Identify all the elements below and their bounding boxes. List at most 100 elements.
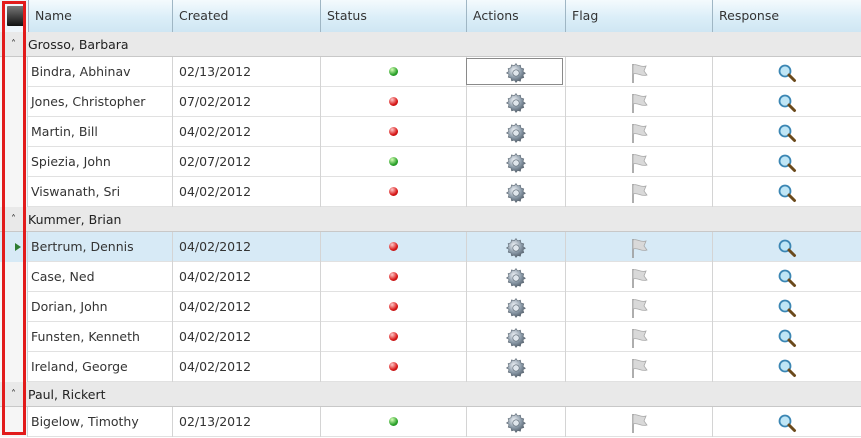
cell-actions [466, 352, 565, 382]
cell-flag [565, 292, 712, 322]
magnifier-icon[interactable] [777, 359, 797, 377]
flag-icon[interactable] [628, 63, 650, 83]
cell-name: Bigelow, Timothy [31, 414, 139, 429]
flag-icon[interactable] [628, 93, 650, 113]
gear-icon[interactable] [505, 237, 527, 258]
row-indicator[interactable] [0, 232, 28, 262]
cell-flag [565, 232, 712, 262]
gear-icon[interactable] [505, 412, 527, 433]
magnifier-icon[interactable] [777, 184, 797, 202]
magnifier-icon[interactable] [777, 124, 797, 142]
column-header-flag[interactable]: Flag [565, 0, 712, 32]
chevron-up-icon[interactable]: ˄ [11, 32, 16, 57]
chevron-up-icon[interactable]: ˄ [11, 207, 16, 232]
table-row[interactable]: Dorian, John 04/02/2012 [0, 292, 861, 322]
cell-flag [565, 407, 712, 437]
table-row[interactable]: Jones, Christopher 07/02/2012 [0, 87, 861, 117]
cell-response [712, 407, 861, 437]
table-row[interactable]: Ireland, George 04/02/2012 [0, 352, 861, 382]
status-red-dot-icon [389, 242, 398, 251]
row-indicator[interactable] [0, 407, 28, 437]
flag-icon[interactable] [628, 238, 650, 258]
group-row[interactable]: ˄ Paul, Rickert [0, 382, 861, 407]
gear-icon[interactable] [505, 182, 527, 203]
column-header-actions[interactable]: Actions [466, 0, 565, 32]
table-row[interactable]: Bertrum, Dennis 04/02/2012 [0, 232, 861, 262]
cell-name: Dorian, John [31, 299, 108, 314]
flag-icon[interactable] [628, 183, 650, 203]
cell-status [320, 147, 466, 177]
table-row[interactable]: Martin, Bill 04/02/2012 [0, 117, 861, 147]
column-header-created[interactable]: Created [172, 0, 320, 32]
cell-flag [565, 177, 712, 207]
table-row[interactable]: Viswanath, Sri 04/02/2012 [0, 177, 861, 207]
row-indicator[interactable] [0, 292, 28, 322]
magnifier-icon[interactable] [777, 269, 797, 287]
group-row[interactable]: ˄ Kummer, Brian [0, 207, 861, 232]
table-row[interactable]: Bindra, Abhinav 02/13/2012 [0, 57, 861, 87]
status-red-dot-icon [389, 302, 398, 311]
status-red-dot-icon [389, 127, 398, 136]
group-row[interactable]: ˄ Grosso, Barbara [0, 32, 861, 57]
flag-icon[interactable] [628, 123, 650, 143]
chevron-up-icon[interactable]: ˄ [11, 382, 16, 407]
cell-flag [565, 322, 712, 352]
cell-response [712, 117, 861, 147]
magnifier-icon[interactable] [777, 94, 797, 112]
grid-header: Name Created Status Actions Flag Respons… [0, 0, 861, 33]
status-red-dot-icon [389, 187, 398, 196]
cell-name: Ireland, George [31, 359, 128, 374]
gear-icon[interactable] [505, 122, 527, 143]
flag-icon[interactable] [628, 328, 650, 348]
status-red-dot-icon [389, 332, 398, 341]
row-indicator[interactable] [0, 177, 28, 207]
row-indicator[interactable] [0, 57, 28, 87]
table-row[interactable]: Case, Ned 04/02/2012 [0, 262, 861, 292]
cell-response [712, 352, 861, 382]
row-indicator[interactable] [0, 322, 28, 352]
select-all-corner[interactable] [0, 0, 28, 32]
gear-icon[interactable] [505, 357, 527, 378]
cell-response [712, 177, 861, 207]
flag-icon[interactable] [628, 358, 650, 378]
magnifier-icon[interactable] [777, 329, 797, 347]
magnifier-icon[interactable] [777, 239, 797, 257]
flag-icon[interactable] [628, 298, 650, 318]
group-label: Kummer, Brian [28, 212, 122, 227]
magnifier-icon[interactable] [777, 414, 797, 432]
flag-icon[interactable] [628, 153, 650, 173]
row-indicator[interactable] [0, 117, 28, 147]
magnifier-icon[interactable] [777, 154, 797, 172]
magnifier-icon[interactable] [777, 299, 797, 317]
cell-actions [466, 322, 565, 352]
status-green-dot-icon [389, 157, 398, 166]
gear-icon[interactable] [505, 327, 527, 348]
row-indicator[interactable] [0, 352, 28, 382]
flag-icon[interactable] [628, 413, 650, 433]
cell-response [712, 292, 861, 322]
gear-icon[interactable] [505, 297, 527, 318]
row-indicator[interactable] [0, 147, 28, 177]
cell-created: 02/13/2012 [172, 407, 320, 437]
gear-icon[interactable] [505, 152, 527, 173]
cell-flag [565, 352, 712, 382]
row-indicator[interactable] [0, 262, 28, 292]
cell-created: 04/02/2012 [172, 322, 320, 352]
table-row[interactable]: Bigelow, Timothy 02/13/2012 [0, 407, 861, 437]
flag-icon[interactable] [628, 268, 650, 288]
column-header-status[interactable]: Status [320, 0, 466, 32]
magnifier-icon[interactable] [777, 64, 797, 82]
cell-response [712, 87, 861, 117]
gear-icon[interactable] [505, 267, 527, 288]
cell-actions [466, 117, 565, 147]
cell-created: 02/13/2012 [172, 57, 320, 87]
cell-name: Case, Ned [31, 269, 95, 284]
table-row[interactable]: Funsten, Kenneth 04/02/2012 [0, 322, 861, 352]
gear-icon[interactable] [505, 92, 527, 113]
cell-response [712, 147, 861, 177]
table-row[interactable]: Spiezia, John 02/07/2012 [0, 147, 861, 177]
cell-status [320, 177, 466, 207]
column-header-name[interactable]: Name [28, 0, 172, 32]
row-indicator[interactable] [0, 87, 28, 117]
column-header-response[interactable]: Response [712, 0, 861, 32]
